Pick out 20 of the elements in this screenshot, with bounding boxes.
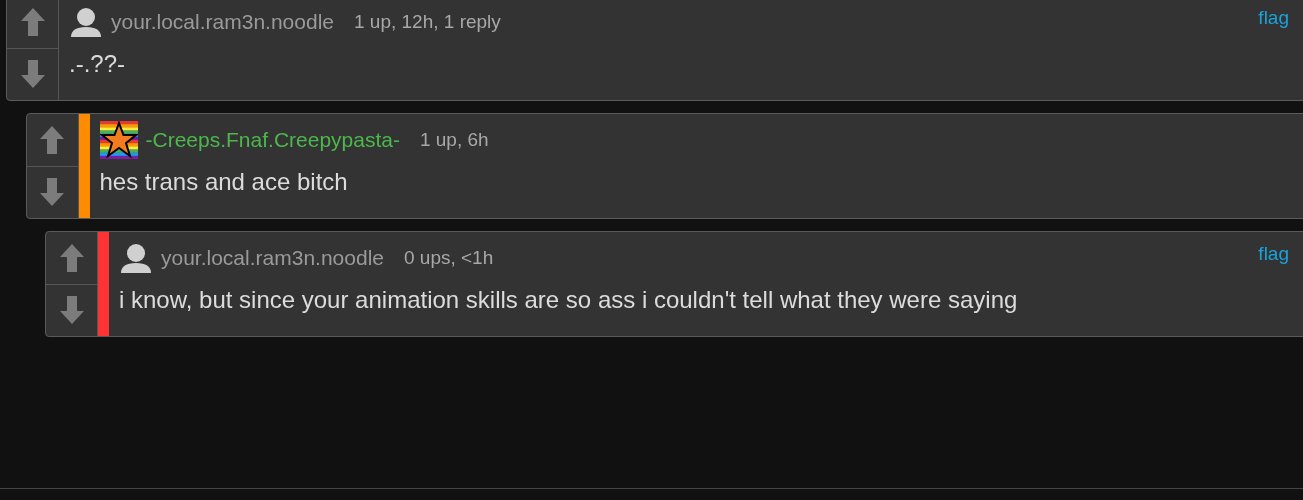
downvote-icon[interactable]	[40, 178, 64, 207]
upvote-icon[interactable]	[40, 125, 64, 154]
username-link[interactable]: your.local.ram3n.noodle	[111, 6, 334, 38]
flag-link[interactable]: flag	[1258, 4, 1289, 33]
comment-text: i know, but since your animation skills are so ass i couldn't tell what they were saying	[119, 285, 1019, 315]
downvote-icon[interactable]	[20, 60, 45, 89]
username-link[interactable]: -Creeps.Fnaf.Creepypasta-	[145, 124, 400, 156]
comment-text: hes trans and ace bitch	[99, 167, 349, 197]
upvote-icon[interactable]	[59, 243, 84, 272]
username-link[interactable]: your.local.ram3n.noodle	[161, 242, 384, 274]
downvote-icon[interactable]	[59, 296, 84, 325]
star-avatar-icon	[99, 121, 138, 159]
comment-meta: 1 up, 12h, 1 reply	[354, 9, 501, 34]
comment-meta: 1 up, 6h	[419, 127, 489, 152]
flag-link[interactable]: flag	[1258, 240, 1289, 269]
comment-meta: 0 ups, <1h	[404, 245, 494, 270]
user-icon	[69, 7, 103, 37]
upvote-icon[interactable]	[20, 7, 45, 36]
comment-text: .-.??-	[69, 49, 126, 79]
user-icon	[119, 243, 153, 273]
